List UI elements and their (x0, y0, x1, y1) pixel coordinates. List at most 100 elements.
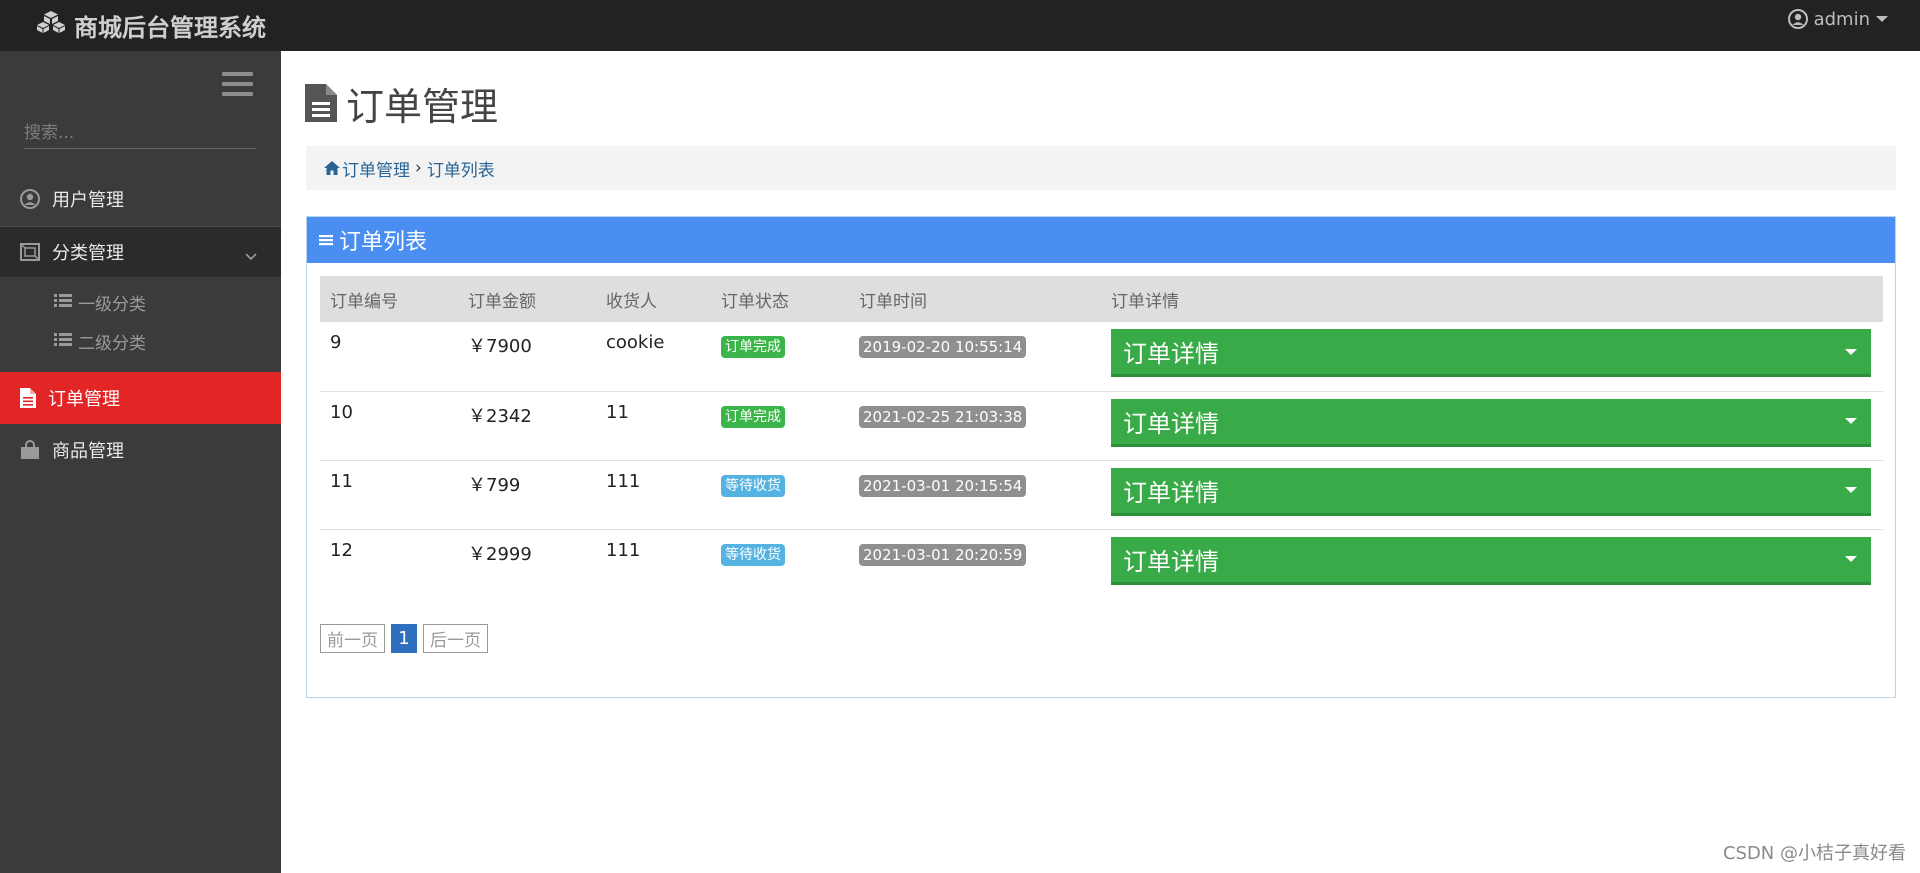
bag-icon (18, 438, 42, 462)
file-icon (304, 83, 346, 123)
username: admin (1813, 8, 1870, 30)
sidebar-item-label: 用户管理 (52, 190, 124, 211)
order-time-cell: 2021-03-01 20:20:59 (849, 529, 1101, 598)
sidebar-item-categories[interactable]: 分类管理 (0, 226, 281, 277)
sidebar-item-users[interactable]: 用户管理 (0, 173, 281, 225)
chevron-down-icon (245, 245, 257, 266)
order-receiver: 111 (606, 470, 641, 492)
time-badge: 2021-02-25 21:03:38 (859, 405, 1027, 428)
order-id: 10 (330, 401, 353, 423)
order-amount: ￥2999 (468, 543, 532, 565)
order-status-cell: 订单完成 (711, 391, 849, 460)
sidebar-item-products[interactable]: 商品管理 (0, 425, 281, 475)
next-page-button[interactable]: 后一页 (423, 624, 488, 653)
order-detail-label: 订单详情 (1123, 409, 1219, 438)
sidebar-item-label: 商品管理 (52, 441, 124, 462)
status-badge: 等待收货 (721, 543, 785, 566)
order-receiver: 111 (606, 539, 641, 561)
status-badge: 订单完成 (721, 336, 785, 358)
user-dropdown[interactable]: admin (1787, 7, 1888, 31)
status-badge: 等待收货 (721, 474, 785, 497)
order-time-cell: 2021-03-01 20:15:54 (849, 460, 1101, 529)
order-detail-dropdown[interactable]: 订单详情 (1111, 467, 1871, 516)
order-list-panel: 订单列表 订单编号 订单金额 收货人 订单状态 订单时间 订单详情 9 ￥790… (306, 216, 1896, 698)
order-status-cell: 订单完成 (711, 322, 849, 391)
page-title-text: 订单管理 (346, 84, 499, 129)
list-icon (54, 331, 72, 351)
brand-title: 商城后台管理系统 (74, 13, 266, 42)
order-amount: ￥2342 (468, 405, 532, 427)
order-detail-cell: 订单详情 (1101, 391, 1883, 460)
brand[interactable]: 商城后台管理系统 (36, 8, 266, 42)
caret-down-icon (1845, 487, 1857, 493)
caret-down-icon (1845, 348, 1857, 355)
category-icon (18, 240, 42, 264)
breadcrumb: 订单管理 › 订单列表 (306, 146, 1896, 190)
column-header: 订单时间 (859, 291, 927, 312)
order-detail-cell: 订单详情 (1101, 529, 1883, 598)
order-time-cell: 2021-02-25 21:03:38 (849, 391, 1101, 460)
time-badge: 2021-03-01 20:15:54 (859, 474, 1027, 497)
page-title: 订单管理 (304, 78, 499, 129)
bars-icon (319, 233, 333, 247)
sidebar-item-label: 订单管理 (48, 389, 120, 410)
table-row: 9 ￥7900 cookie 订单完成 2019-02-20 10:55:14 … (320, 322, 1883, 391)
time-badge: 2021-03-01 20:20:59 (859, 543, 1027, 566)
order-detail-cell: 订单详情 (1101, 322, 1883, 391)
sidebar-subitem-level2[interactable]: 二级分类 (54, 327, 146, 355)
top-navbar: 商城后台管理系统 admin (0, 0, 1920, 51)
order-detail-label: 订单详情 (1123, 340, 1219, 368)
home-icon[interactable] (324, 161, 340, 175)
sidebar-item-label: 分类管理 (52, 243, 124, 264)
status-badge: 订单完成 (721, 405, 785, 428)
table-row: 11 ￥799 111 等待收货 2021-03-01 20:15:54 订单详… (320, 460, 1883, 529)
breadcrumb-current: 订单列表 (426, 160, 495, 181)
panel-title: 订单列表 (339, 230, 428, 255)
order-table: 订单编号 订单金额 收货人 订单状态 订单时间 订单详情 9 ￥7900 coo… (320, 276, 1883, 598)
table-header-row: 订单编号 订单金额 收货人 订单状态 订单时间 订单详情 (320, 276, 1883, 322)
caret-down-icon (1876, 16, 1888, 22)
order-detail-cell: 订单详情 (1101, 460, 1883, 529)
order-id: 9 (330, 332, 342, 353)
column-header: 订单编号 (330, 291, 398, 312)
current-page-button[interactable]: 1 (391, 624, 417, 653)
order-id: 12 (330, 539, 353, 561)
table-row: 12 ￥2999 111 等待收货 2021-03-01 20:20:59 订单… (320, 529, 1883, 598)
breadcrumb-separator: › (415, 158, 422, 178)
sidebar-subitem-level1[interactable]: 一级分类 (54, 288, 146, 316)
user-circle-icon (1787, 9, 1808, 29)
cubes-icon (36, 10, 74, 40)
order-status-cell: 等待收货 (711, 460, 849, 529)
list-icon (54, 292, 72, 312)
column-header: 订单状态 (721, 291, 789, 312)
file-icon (16, 386, 40, 410)
caret-down-icon (1845, 418, 1857, 424)
order-amount: ￥7900 (468, 336, 532, 357)
sidebar-search (24, 119, 256, 149)
order-receiver: cookie (606, 332, 665, 353)
order-detail-label: 订单详情 (1123, 547, 1219, 576)
sidebar-item-orders[interactable]: 订单管理 (0, 372, 281, 424)
order-detail-label: 订单详情 (1123, 478, 1219, 507)
time-badge: 2019-02-20 10:55:14 (859, 336, 1027, 358)
pagination: 前一页 1 后一页 (320, 624, 494, 653)
sidebar-subitem-label: 二级分类 (78, 333, 146, 354)
order-detail-dropdown[interactable]: 订单详情 (1111, 398, 1871, 447)
search-input[interactable] (24, 119, 256, 147)
order-detail-dropdown[interactable]: 订单详情 (1111, 536, 1871, 585)
order-id: 11 (330, 470, 353, 492)
column-header: 订单详情 (1111, 291, 1179, 312)
breadcrumb-root[interactable]: 订单管理 (342, 156, 410, 181)
order-amount: ￥799 (468, 474, 521, 496)
hamburger-menu-icon[interactable] (222, 72, 253, 98)
watermark: CSDN @小桔子真好看 (1722, 843, 1906, 864)
sidebar-subitem-label: 一级分类 (78, 294, 146, 315)
prev-page-button[interactable]: 前一页 (320, 624, 385, 653)
user-circle-icon (18, 187, 42, 211)
order-receiver: 11 (606, 401, 629, 423)
order-status-cell: 等待收货 (711, 529, 849, 598)
order-detail-dropdown[interactable]: 订单详情 (1111, 329, 1871, 377)
column-header: 订单金额 (468, 291, 536, 312)
panel-header: 订单列表 (307, 217, 1895, 263)
caret-down-icon (1845, 556, 1857, 562)
